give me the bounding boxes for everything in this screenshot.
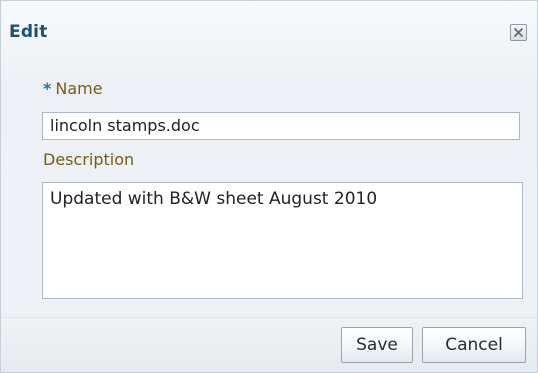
edit-dialog: Edit * Name lincoln stamps.doc Descriptio… <box>0 0 538 373</box>
dialog-title: Edit <box>9 22 48 42</box>
save-button-label: Save <box>356 335 398 355</box>
name-input[interactable]: lincoln stamps.doc <box>42 112 520 140</box>
cancel-button-label: Cancel <box>445 335 503 355</box>
description-label: Description <box>43 150 135 169</box>
description-textarea-value: Updated with B&W sheet August 2010 <box>50 189 378 209</box>
name-input-value: lincoln stamps.doc <box>50 116 200 135</box>
name-label-text: Name <box>55 79 103 98</box>
name-label: * Name <box>43 79 103 98</box>
description-textarea[interactable]: Updated with B&W sheet August 2010 <box>42 182 523 299</box>
cancel-button[interactable]: Cancel <box>422 327 526 363</box>
save-button[interactable]: Save <box>341 327 413 363</box>
close-button[interactable] <box>510 24 527 41</box>
required-indicator: * <box>43 79 52 98</box>
close-icon <box>514 28 523 37</box>
